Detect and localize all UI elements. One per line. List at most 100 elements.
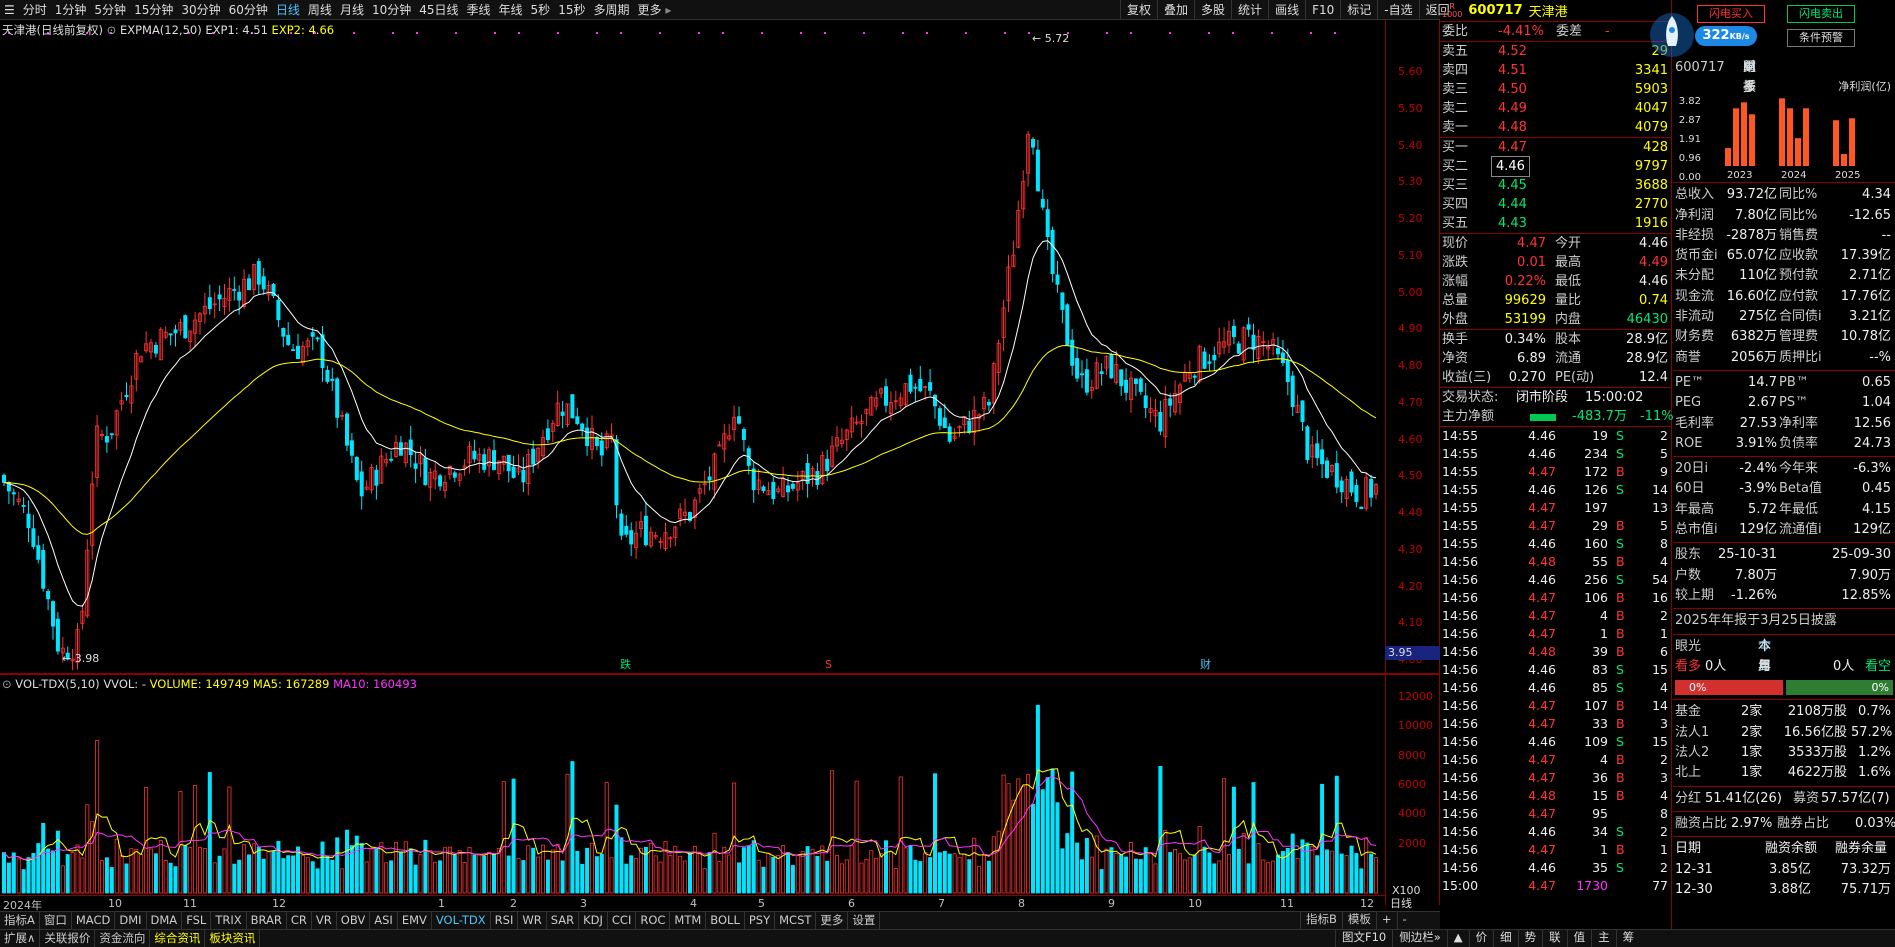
indicator-tab[interactable]: BRAR bbox=[247, 912, 287, 929]
indicator-tab[interactable]: CR bbox=[287, 912, 312, 929]
indicator-tab[interactable]: PSY bbox=[745, 912, 776, 929]
buy-level[interactable]: 买三 4.45 3688 bbox=[1440, 176, 1671, 195]
trade-row[interactable]: 14:56 4.47 4 B 2 bbox=[1440, 751, 1671, 769]
trade-row[interactable]: 14:55 4.47 29 B 5 bbox=[1440, 517, 1671, 535]
indicator-tab[interactable]: DMI bbox=[115, 912, 147, 929]
indicator-tab[interactable]: 指标A bbox=[0, 912, 40, 929]
trade-row[interactable]: 15:00 4.47 1730 77 bbox=[1440, 877, 1671, 895]
status-tab[interactable]: 板块资讯 bbox=[205, 930, 261, 947]
indicator-tab[interactable]: 更多 bbox=[816, 912, 849, 929]
trade-row[interactable]: 14:55 4.46 126 S 14 bbox=[1440, 481, 1671, 499]
indicator-tab[interactable]: TRIX bbox=[211, 912, 247, 929]
trade-row[interactable]: 14:56 4.48 15 B 4 bbox=[1440, 787, 1671, 805]
trade-row[interactable]: 14:56 4.46 83 S 15 bbox=[1440, 661, 1671, 679]
trade-row[interactable]: 14:56 4.47 106 B 16 bbox=[1440, 589, 1671, 607]
trade-row[interactable]: 14:56 4.47 33 B 3 bbox=[1440, 715, 1671, 733]
indicator-tab[interactable]: MTM bbox=[670, 912, 707, 929]
indicator-tab-right[interactable]: 指标B bbox=[1300, 911, 1342, 929]
side-tab[interactable]: ▲ bbox=[1446, 929, 1469, 947]
chevron-down-icon[interactable]: ⊙ bbox=[107, 23, 120, 37]
indicator-tab[interactable]: 窗口 bbox=[40, 912, 72, 929]
trade-row[interactable]: 14:55 4.47 172 B 9 bbox=[1440, 463, 1671, 481]
vol-indicator-name[interactable]: VOL-TDX(5,10) bbox=[15, 677, 99, 691]
fin-tab[interactable]: 更多 bbox=[1743, 58, 1756, 98]
indicator-tab[interactable]: 设置 bbox=[848, 912, 881, 929]
status-tab[interactable]: 综合资讯 bbox=[150, 930, 206, 947]
trade-row[interactable]: 14:56 4.48 55 B 4 bbox=[1440, 553, 1671, 571]
stock-name[interactable]: 天津港 bbox=[1529, 1, 1568, 20]
sell-level[interactable]: 卖三 4.50 5903 bbox=[1440, 80, 1671, 99]
period-tab[interactable]: 月线 bbox=[336, 0, 368, 20]
indicator-tab-right[interactable]: + bbox=[1375, 911, 1397, 929]
trade-row[interactable]: 14:56 4.48 39 B 6 bbox=[1440, 643, 1671, 661]
window-menu-icon[interactable]: ☰ bbox=[0, 0, 19, 20]
period-tab[interactable]: 5分钟 bbox=[90, 0, 130, 20]
period-label[interactable]: 日线 bbox=[1390, 895, 1412, 911]
period-tab[interactable]: 季线 bbox=[463, 0, 495, 20]
sell-level[interactable]: 卖五4.5229 bbox=[1440, 42, 1671, 61]
indicator-tab[interactable]: ROC bbox=[636, 912, 671, 929]
trade-row[interactable]: 14:56 4.47 1 B 1 bbox=[1440, 841, 1671, 859]
sell-level[interactable]: 卖二 4.49 4047 bbox=[1440, 99, 1671, 118]
status-tab[interactable]: 关联报价 bbox=[40, 930, 96, 947]
trade-row[interactable]: 14:56 4.46 109 S 15 bbox=[1440, 733, 1671, 751]
period-tab[interactable]: 日线 bbox=[272, 0, 304, 20]
indicator-tab[interactable]: SAR bbox=[547, 912, 580, 929]
period-tab[interactable]: 多周期 bbox=[589, 0, 633, 20]
report-note[interactable]: 2025年年报于3月25日披露 bbox=[1673, 611, 1895, 631]
indicator-tab[interactable]: ASI bbox=[370, 912, 398, 929]
indicator-tab[interactable]: VOL-TDX bbox=[432, 912, 491, 929]
indicator-tab-right[interactable]: - bbox=[1396, 911, 1412, 929]
toolbar-button[interactable]: 画线 bbox=[1268, 0, 1305, 20]
side-tab[interactable]: 图文F10 bbox=[1335, 929, 1392, 947]
trade-row[interactable]: 14:55 4.47 197 13 bbox=[1440, 499, 1671, 517]
trade-row[interactable]: 14:56 4.46 34 S 2 bbox=[1440, 823, 1671, 841]
period-tab[interactable]: 5秒 bbox=[527, 0, 555, 20]
toolbar-button[interactable]: 标记 bbox=[1340, 0, 1377, 20]
indicator-tab[interactable]: WR bbox=[518, 912, 547, 929]
trade-row[interactable]: 14:55 4.46 160 S 8 bbox=[1440, 535, 1671, 553]
indicator-name[interactable]: EXPMA(12,50) bbox=[120, 23, 202, 37]
period-tab[interactable]: 15秒 bbox=[554, 0, 589, 20]
indicator-tab[interactable]: MACD bbox=[72, 912, 116, 929]
trade-row[interactable]: 14:56 4.47 95 8 bbox=[1440, 805, 1671, 823]
side-tab[interactable]: 值 bbox=[1566, 929, 1592, 947]
indicator-tab-right[interactable]: 模板 bbox=[1341, 911, 1376, 929]
buy-level[interactable]: 买二 4.46 9797 bbox=[1440, 156, 1671, 177]
status-tab[interactable]: 扩展∧ bbox=[0, 930, 41, 947]
buy-level[interactable]: 买一 4.47 428 bbox=[1440, 138, 1671, 157]
indicator-tab[interactable]: RSI bbox=[491, 912, 519, 929]
toolbar-button[interactable]: 统计 bbox=[1231, 0, 1268, 20]
period-tab[interactable]: 周线 bbox=[304, 0, 336, 20]
trade-row[interactable]: 14:56 4.46 256 S 54 bbox=[1440, 571, 1671, 589]
period-tab[interactable]: 更多 bbox=[633, 0, 675, 20]
buy-level[interactable]: 买五 4.43 1916 bbox=[1440, 214, 1671, 233]
indicator-tab[interactable]: DMA bbox=[147, 912, 183, 929]
toolbar-button[interactable]: -自选 bbox=[1377, 0, 1418, 20]
indicator-tab[interactable]: CCI bbox=[608, 912, 637, 929]
indicator-tab[interactable]: KDJ bbox=[579, 912, 608, 929]
indicator-tab[interactable]: OBV bbox=[337, 912, 371, 929]
period-tab[interactable]: 30分钟 bbox=[177, 0, 224, 20]
period-tab[interactable]: 15分钟 bbox=[130, 0, 177, 20]
period-tab[interactable]: 10分钟 bbox=[368, 0, 415, 20]
side-tab[interactable]: 侧边栏» bbox=[1392, 929, 1447, 947]
status-tab[interactable]: 资金流向 bbox=[95, 930, 151, 947]
trade-row[interactable]: 14:56 4.46 35 S 2 bbox=[1440, 859, 1671, 877]
indicator-tab[interactable]: MCST bbox=[775, 912, 817, 929]
stock-code[interactable]: 600717 bbox=[1468, 3, 1522, 18]
trade-row[interactable]: 14:56 4.47 107 B 14 bbox=[1440, 697, 1671, 715]
settings-icon[interactable]: ⊙ bbox=[2, 677, 15, 691]
period-tab[interactable]: 45日线 bbox=[415, 0, 462, 20]
trade-row[interactable]: 14:56 4.47 4 B 2 bbox=[1440, 607, 1671, 625]
trade-row[interactable]: 14:56 4.46 85 S 4 bbox=[1440, 679, 1671, 697]
side-tab[interactable]: 筹 bbox=[1615, 929, 1641, 947]
sell-level[interactable]: 卖一 4.48 4079 bbox=[1440, 118, 1671, 137]
period-tab[interactable]: 年线 bbox=[495, 0, 527, 20]
side-tab[interactable]: 势 bbox=[1517, 929, 1543, 947]
toolbar-button[interactable]: F10 bbox=[1305, 0, 1340, 20]
indicator-tab[interactable]: EMV bbox=[398, 912, 432, 929]
trade-row[interactable]: 14:56 4.47 36 B 3 bbox=[1440, 769, 1671, 787]
trade-row[interactable]: 14:56 4.47 1 B 1 bbox=[1440, 625, 1671, 643]
side-tab[interactable]: 细 bbox=[1493, 929, 1518, 947]
